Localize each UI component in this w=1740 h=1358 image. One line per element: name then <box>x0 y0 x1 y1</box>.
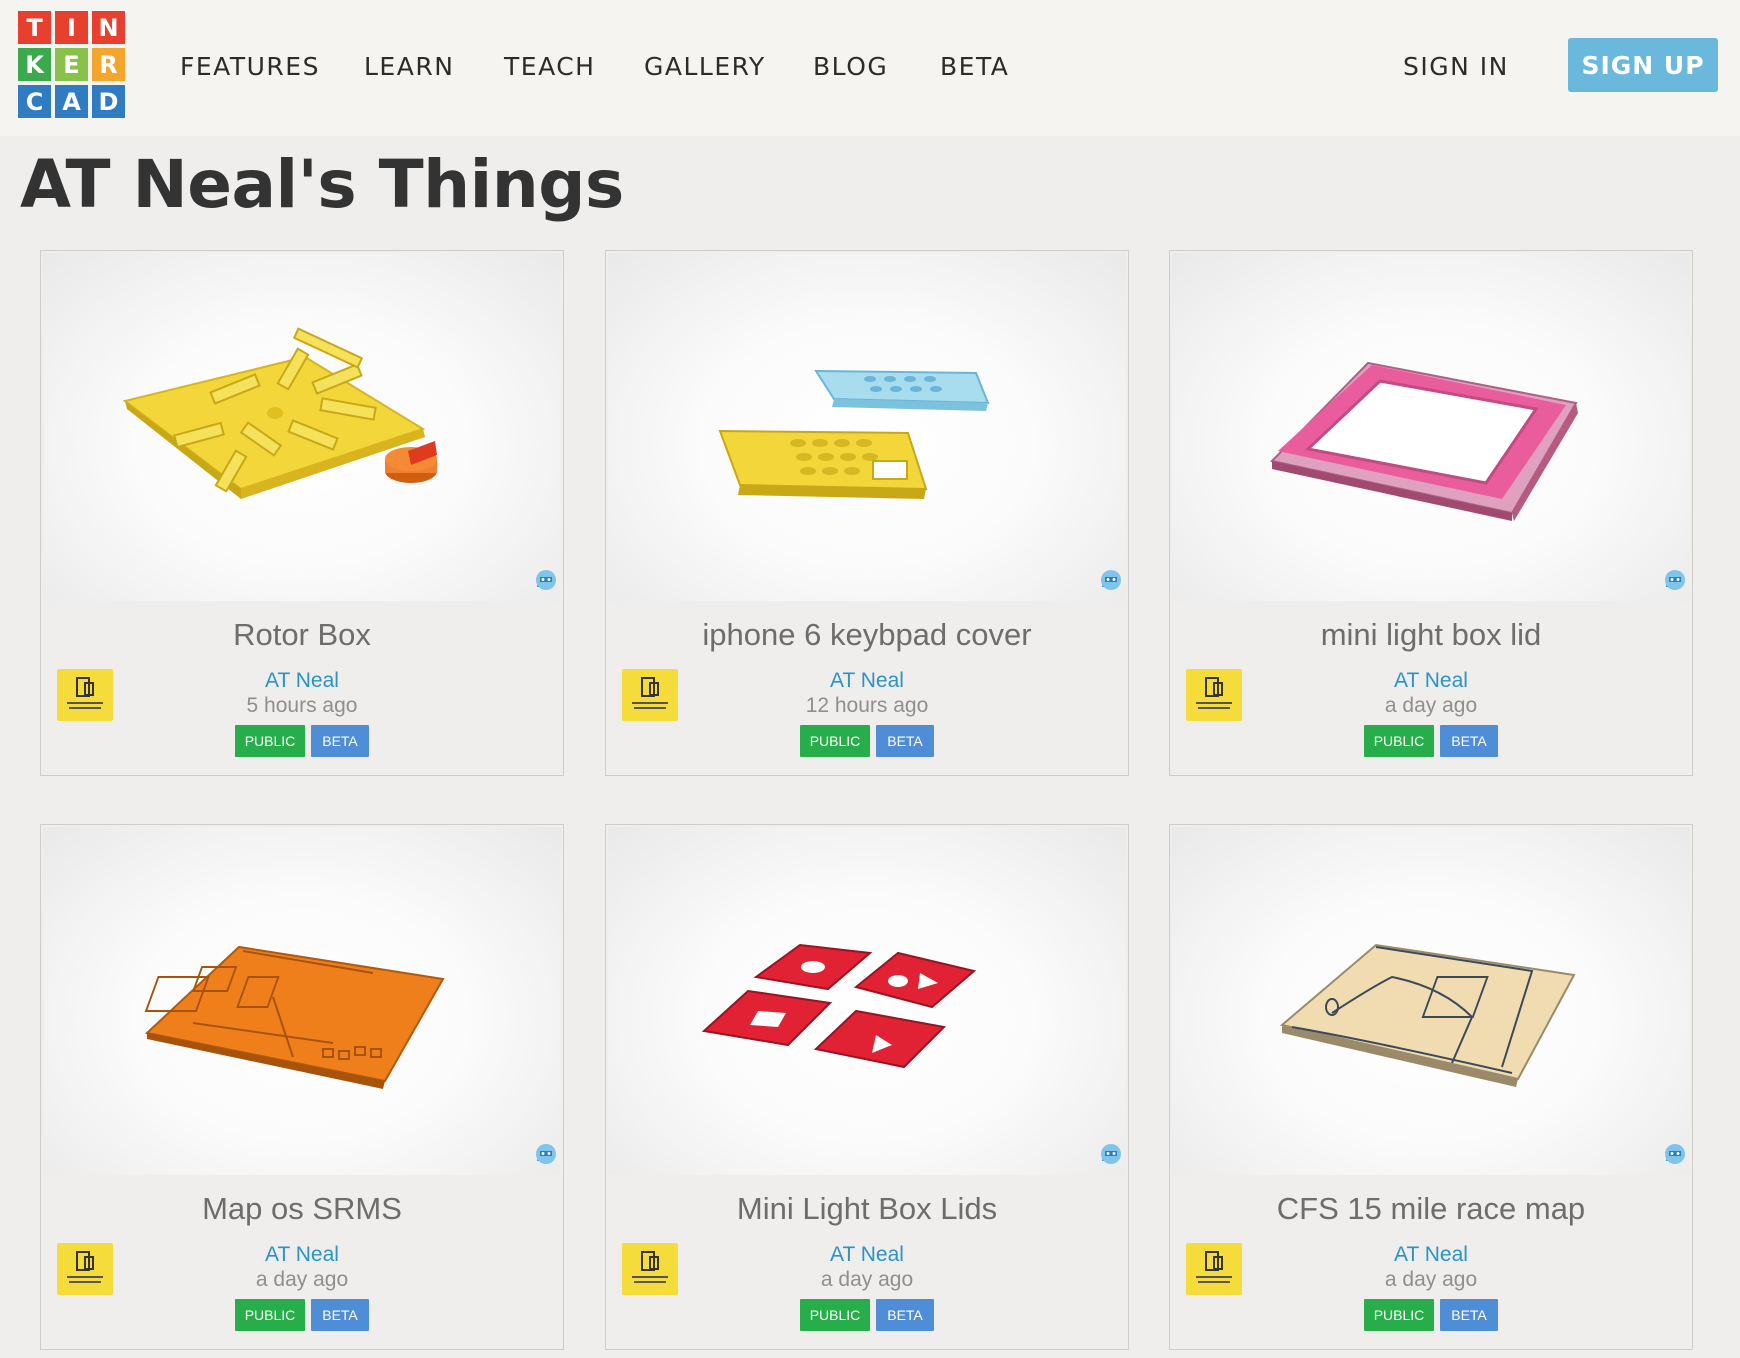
public-badge: PUBLIC <box>800 1299 870 1331</box>
public-badge: PUBLIC <box>800 725 870 757</box>
timestamp: 5 hours ago <box>246 694 358 717</box>
tinkerer-face-icon <box>536 570 557 590</box>
tinkerer-face-icon <box>1665 1144 1686 1164</box>
keypad-cover-render <box>718 369 990 499</box>
beta-badge: BETA <box>876 1299 934 1331</box>
badge-row: PUBLIC BETA <box>606 725 1128 757</box>
race-map-render <box>1279 943 1576 1087</box>
public-badge: PUBLIC <box>1364 1299 1434 1331</box>
likes-count: 1 <box>535 569 557 593</box>
likes-count: 1 <box>1664 569 1686 593</box>
thing-thumbnail[interactable]: 1 <box>608 253 1126 601</box>
timestamp: 12 hours ago <box>805 694 929 717</box>
author-link[interactable]: AT Neal <box>1170 669 1692 693</box>
thing-card[interactable]: 1 mini light box lid AT Neal a day ago P… <box>1169 250 1693 776</box>
thing-title[interactable]: Rotor Box <box>41 617 563 653</box>
logo-tile: K <box>18 48 51 81</box>
nav-features[interactable]: FEATURES <box>180 52 320 81</box>
author-link[interactable]: AT Neal <box>606 669 1128 693</box>
timestamp: a day ago <box>1384 694 1478 717</box>
tinkerer-face-icon <box>1101 570 1122 590</box>
nav-learn[interactable]: LEARN <box>364 52 454 81</box>
logo-tile: R <box>92 48 125 81</box>
thing-title[interactable]: mini light box lid <box>1170 617 1692 653</box>
thing-title[interactable]: CFS 15 mile race map <box>1170 1191 1692 1227</box>
public-badge: PUBLIC <box>1364 725 1434 757</box>
logo-tile: D <box>92 85 125 118</box>
thing-title[interactable]: Map os SRMS <box>41 1191 563 1227</box>
tinkerer-face-icon <box>536 1144 557 1164</box>
likes-count: 1 <box>535 1143 557 1167</box>
thing-thumbnail[interactable]: 1 <box>1172 253 1690 601</box>
tinkercad-logo[interactable]: T I N K E R C A D <box>18 11 128 121</box>
tinkerer-face-icon <box>1101 1144 1122 1164</box>
beta-badge: BETA <box>311 1299 369 1331</box>
timestamp: a day ago <box>1384 1268 1478 1291</box>
light-box-lid-render <box>1270 361 1578 521</box>
author-link[interactable]: AT Neal <box>606 1243 1128 1267</box>
map-srms-render <box>144 945 445 1089</box>
beta-badge: BETA <box>311 725 369 757</box>
nav-teach[interactable]: TEACH <box>504 52 595 81</box>
sign-in-link[interactable]: SIGN IN <box>1403 52 1509 81</box>
logo-tile: T <box>18 11 51 44</box>
beta-badge: BETA <box>1440 725 1498 757</box>
public-badge: PUBLIC <box>235 725 305 757</box>
thing-card[interactable]: 1 Rotor Box AT Neal 5 hours ago PUBLIC B… <box>40 250 564 776</box>
nav-beta[interactable]: BETA <box>940 52 1009 81</box>
badge-row: PUBLIC BETA <box>1170 1299 1692 1331</box>
thing-thumbnail[interactable]: 1 <box>1172 827 1690 1175</box>
tinkerer-face-icon <box>1665 570 1686 590</box>
badge-row: PUBLIC BETA <box>41 1299 563 1331</box>
thing-thumbnail[interactable]: 1 <box>43 827 561 1175</box>
badge-row: PUBLIC BETA <box>41 725 563 757</box>
site-header: T I N K E R C A D FEATURES LEARN TEACH G… <box>0 0 1740 136</box>
likes-count: 1 <box>1664 1143 1686 1167</box>
badge-row: PUBLIC BETA <box>606 1299 1128 1331</box>
thing-card[interactable]: 1 Map os SRMS AT Neal a day ago PUBLIC B… <box>40 824 564 1350</box>
logo-tile: A <box>55 85 88 118</box>
rotor-box-render <box>122 327 437 499</box>
thing-card[interactable]: 1 iphone 6 keybpad cover AT Neal 12 hour… <box>605 250 1129 776</box>
timestamp: a day ago <box>255 1268 349 1291</box>
light-box-lids-render <box>701 943 977 1069</box>
likes-count: 1 <box>1100 1143 1122 1167</box>
beta-badge: BETA <box>1440 1299 1498 1331</box>
logo-tile: I <box>55 11 88 44</box>
nav-gallery[interactable]: GALLERY <box>644 52 766 81</box>
thing-card[interactable]: 1 CFS 15 mile race map AT Neal a day ago… <box>1169 824 1693 1350</box>
thing-title[interactable]: iphone 6 keybpad cover <box>606 617 1128 653</box>
public-badge: PUBLIC <box>235 1299 305 1331</box>
badge-row: PUBLIC BETA <box>1170 725 1692 757</box>
thing-thumbnail[interactable]: 1 <box>608 827 1126 1175</box>
timestamp: a day ago <box>820 1268 914 1291</box>
thing-title[interactable]: Mini Light Box Lids <box>606 1191 1128 1227</box>
logo-tile: N <box>92 11 125 44</box>
nav-blog[interactable]: BLOG <box>813 52 888 81</box>
likes-count: 1 <box>1100 569 1122 593</box>
beta-badge: BETA <box>876 725 934 757</box>
sign-up-button[interactable]: SIGN UP <box>1568 38 1718 92</box>
thing-thumbnail[interactable]: 1 <box>43 253 561 601</box>
author-link[interactable]: AT Neal <box>41 1243 563 1267</box>
author-link[interactable]: AT Neal <box>1170 1243 1692 1267</box>
page-title: AT Neal's Things <box>20 146 624 223</box>
thing-card[interactable]: 1 Mini Light Box Lids AT Neal a day ago … <box>605 824 1129 1350</box>
logo-tile: C <box>18 85 51 118</box>
logo-tile: E <box>55 48 88 81</box>
author-link[interactable]: AT Neal <box>41 669 563 693</box>
